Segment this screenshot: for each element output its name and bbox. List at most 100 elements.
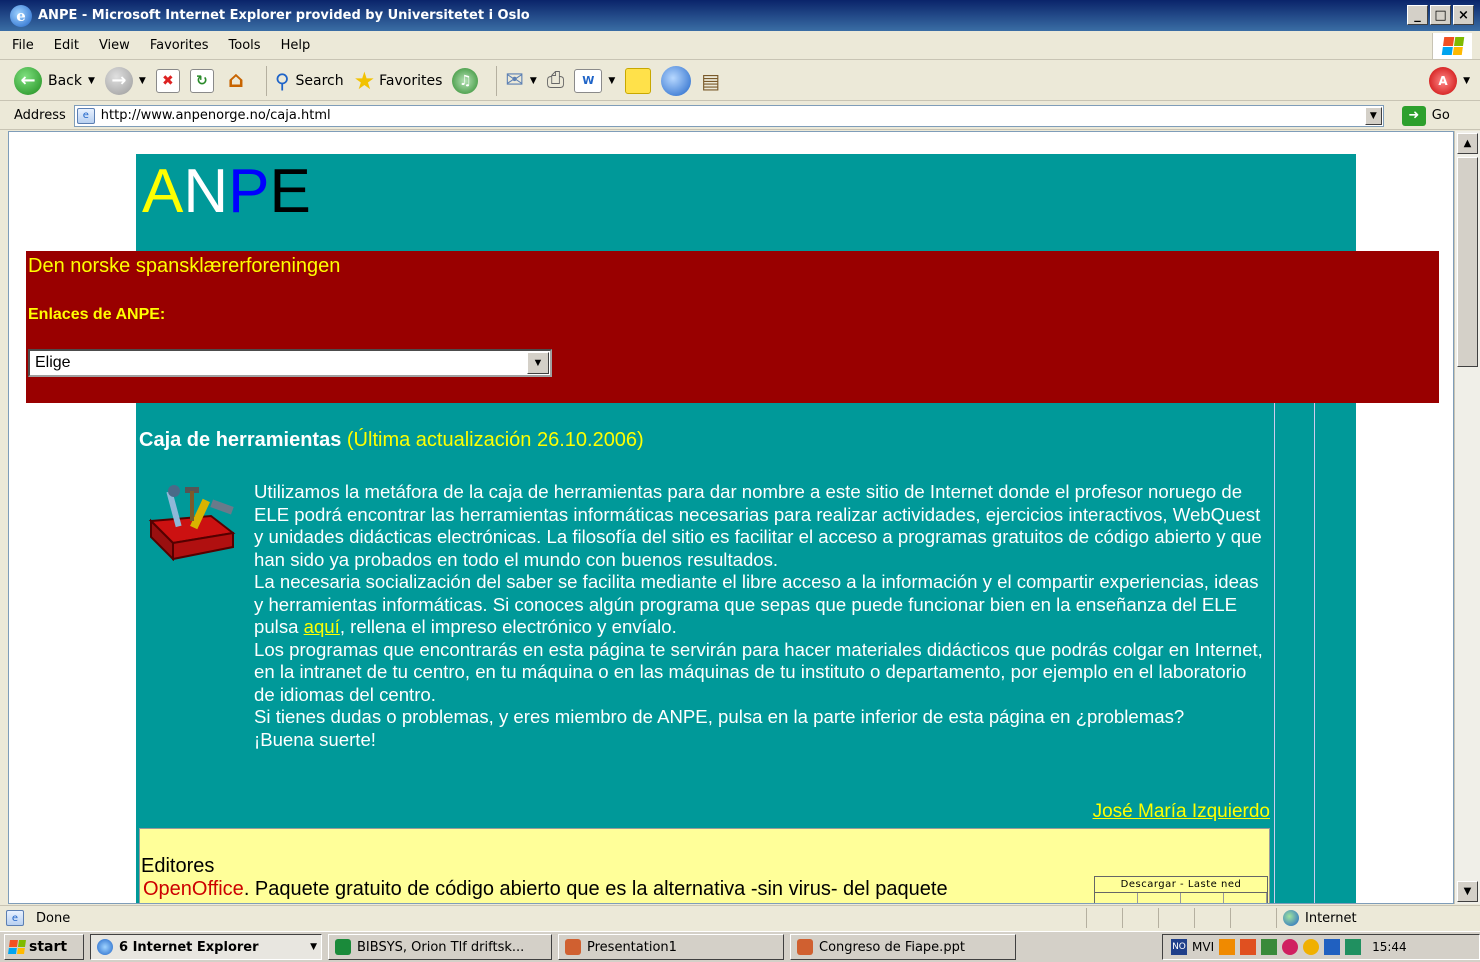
- scroll-thumb[interactable]: [1457, 157, 1478, 367]
- task-label: Presentation1: [587, 939, 677, 955]
- forward-dropdown-icon[interactable]: ▼: [139, 76, 146, 86]
- system-tray: NO MVI 15:44: [1162, 934, 1480, 960]
- start-button[interactable]: start: [4, 934, 84, 960]
- home-button[interactable]: ⌂: [224, 68, 248, 93]
- download-cell[interactable]: [1224, 893, 1267, 903]
- pdf-button[interactable]: A ▼: [1429, 67, 1470, 95]
- tray-app-icon[interactable]: [1240, 939, 1257, 955]
- mail-button[interactable]: ✉ ▼: [505, 68, 536, 93]
- taskbar-item-internet-explorer[interactable]: 6 Internet Explorer ▼: [90, 934, 322, 960]
- taskbar-item-bibsys[interactable]: BIBSYS, Orion Tlf driftsk...: [328, 934, 552, 960]
- edit-dropdown-icon[interactable]: ▼: [608, 76, 615, 86]
- refresh-button[interactable]: ↻: [189, 68, 214, 93]
- section-title: Caja de herramientas (Última actualizaci…: [139, 429, 644, 452]
- tray-app-icon[interactable]: [1345, 939, 1362, 955]
- search-button[interactable]: ⚲ Search: [275, 69, 344, 93]
- tray-shield-icon[interactable]: [1324, 939, 1341, 955]
- tray-language-label[interactable]: MVI: [1192, 940, 1214, 954]
- association-name: Den norske spansklærerforeningen: [28, 255, 341, 277]
- enlaces-dropdown-button[interactable]: ▼: [527, 352, 549, 374]
- internet-zone-icon: [1283, 910, 1299, 926]
- go-button[interactable]: ➜ Go: [1401, 105, 1450, 126]
- maximize-button[interactable]: □: [1430, 5, 1451, 25]
- taskbar: start 6 Internet Explorer ▼ BIBSYS, Orio…: [0, 931, 1480, 962]
- research-button[interactable]: ▤: [701, 69, 720, 93]
- minimize-button[interactable]: _: [1407, 5, 1428, 25]
- tray-app-icon[interactable]: [1219, 939, 1236, 955]
- pdf-icon: A: [1429, 67, 1458, 95]
- address-dropdown-button[interactable]: ▼: [1364, 106, 1382, 125]
- back-arrow-icon: ←: [14, 66, 42, 95]
- windows-start-icon: [8, 940, 26, 954]
- back-dropdown-icon[interactable]: ▼: [88, 76, 95, 86]
- back-label: Back: [48, 72, 82, 89]
- menu-file[interactable]: File: [12, 38, 34, 53]
- menu-tools[interactable]: Tools: [229, 38, 261, 53]
- openoffice-link[interactable]: OpenOffice: [143, 878, 244, 900]
- status-bar: e Done Internet: [0, 905, 1480, 930]
- window-title-bar[interactable]: e ANPE - Microsoft Internet Explorer pro…: [0, 0, 1480, 31]
- scroll-down-button[interactable]: ▼: [1457, 881, 1478, 902]
- favorites-button[interactable]: ★ Favorites: [354, 67, 443, 95]
- address-url[interactable]: http://www.anpenorge.no/caja.html: [101, 108, 331, 123]
- download-cell[interactable]: [1138, 893, 1181, 903]
- print-button[interactable]: ⎙: [547, 68, 565, 93]
- home-icon: ⌂: [227, 68, 244, 93]
- enlaces-select[interactable]: Elige ▼: [28, 349, 552, 377]
- vertical-scrollbar[interactable]: ▲ ▼: [1454, 131, 1480, 904]
- forward-button[interactable]: → ▼: [104, 66, 146, 95]
- page-viewport[interactable]: ANPE Den norske spansklærerforeningen En…: [8, 131, 1454, 904]
- download-cell[interactable]: [1181, 893, 1224, 903]
- taskbar-item-presentation1[interactable]: Presentation1: [558, 934, 784, 960]
- scroll-up-button[interactable]: ▲: [1457, 133, 1478, 154]
- back-button[interactable]: ← Back ▼: [14, 66, 95, 95]
- forward-arrow-icon: →: [104, 66, 133, 95]
- side-column: [1315, 403, 1356, 903]
- menu-help[interactable]: Help: [281, 38, 311, 53]
- stop-button[interactable]: ✖: [155, 68, 180, 93]
- page-done-icon: e: [6, 910, 24, 926]
- language-icon[interactable]: NO: [1171, 939, 1187, 955]
- search-label: Search: [295, 72, 344, 89]
- download-cell[interactable]: [1095, 893, 1138, 903]
- taskbar-item-congreso[interactable]: Congreso de Fiape.ppt: [790, 934, 1016, 960]
- tray-app-icon[interactable]: [1282, 939, 1299, 955]
- media-button[interactable]: ♫: [452, 67, 479, 94]
- menu-bar: File Edit View Favorites Tools Help: [0, 31, 1480, 60]
- menu-favorites[interactable]: Favorites: [150, 38, 209, 53]
- edit-button[interactable]: W ▼: [574, 68, 615, 93]
- toolbar-separator: [265, 65, 267, 96]
- close-button[interactable]: ×: [1453, 5, 1474, 25]
- intro-paragraph: ¡Buena suerte!: [254, 728, 376, 750]
- clock[interactable]: 15:44: [1372, 940, 1407, 954]
- toolbar-separator: [496, 65, 498, 96]
- pdf-dropdown-icon[interactable]: ▼: [1463, 76, 1470, 86]
- aqui-link[interactable]: aquí: [304, 616, 340, 637]
- word-icon: W: [574, 68, 603, 93]
- mail-dropdown-icon[interactable]: ▼: [530, 76, 537, 86]
- print-icon: ⎙: [546, 68, 565, 93]
- anpe-logo[interactable]: ANPE: [142, 156, 311, 227]
- browser-toolbar: ← Back ▼ → ▼ ✖ ↻ ⌂ ⚲ Search ★ Favorites …: [0, 61, 1480, 101]
- menu-view[interactable]: View: [99, 38, 130, 53]
- tray-app-icon[interactable]: [1303, 939, 1320, 955]
- task-label: Congreso de Fiape.ppt: [819, 939, 965, 955]
- editores-title: Editores: [141, 855, 215, 877]
- menu-edit[interactable]: Edit: [54, 38, 79, 53]
- media-icon: ♫: [452, 67, 479, 94]
- author-link[interactable]: José María Izquierdo: [1093, 801, 1270, 823]
- discuss-button[interactable]: [625, 67, 652, 94]
- status-panes: [1086, 908, 1266, 928]
- status-text: Done: [36, 910, 71, 926]
- intro-text: Utilizamos la metáfora de la caja de her…: [254, 481, 1269, 751]
- messenger-button[interactable]: [661, 65, 692, 96]
- search-icon: ⚲: [274, 68, 290, 93]
- tray-network-icon[interactable]: [1261, 939, 1278, 955]
- logo-letter-e: E: [269, 157, 311, 226]
- address-input[interactable]: e http://www.anpenorge.no/caja.html ▼: [73, 104, 1384, 127]
- go-label: Go: [1431, 108, 1450, 123]
- intro-paragraph: La necesaria socialización del saber se …: [254, 571, 1269, 639]
- ie-task-icon: [97, 939, 113, 955]
- start-label: start: [29, 939, 68, 955]
- openoffice-description: . Paquete gratuito de código abierto que…: [243, 878, 948, 900]
